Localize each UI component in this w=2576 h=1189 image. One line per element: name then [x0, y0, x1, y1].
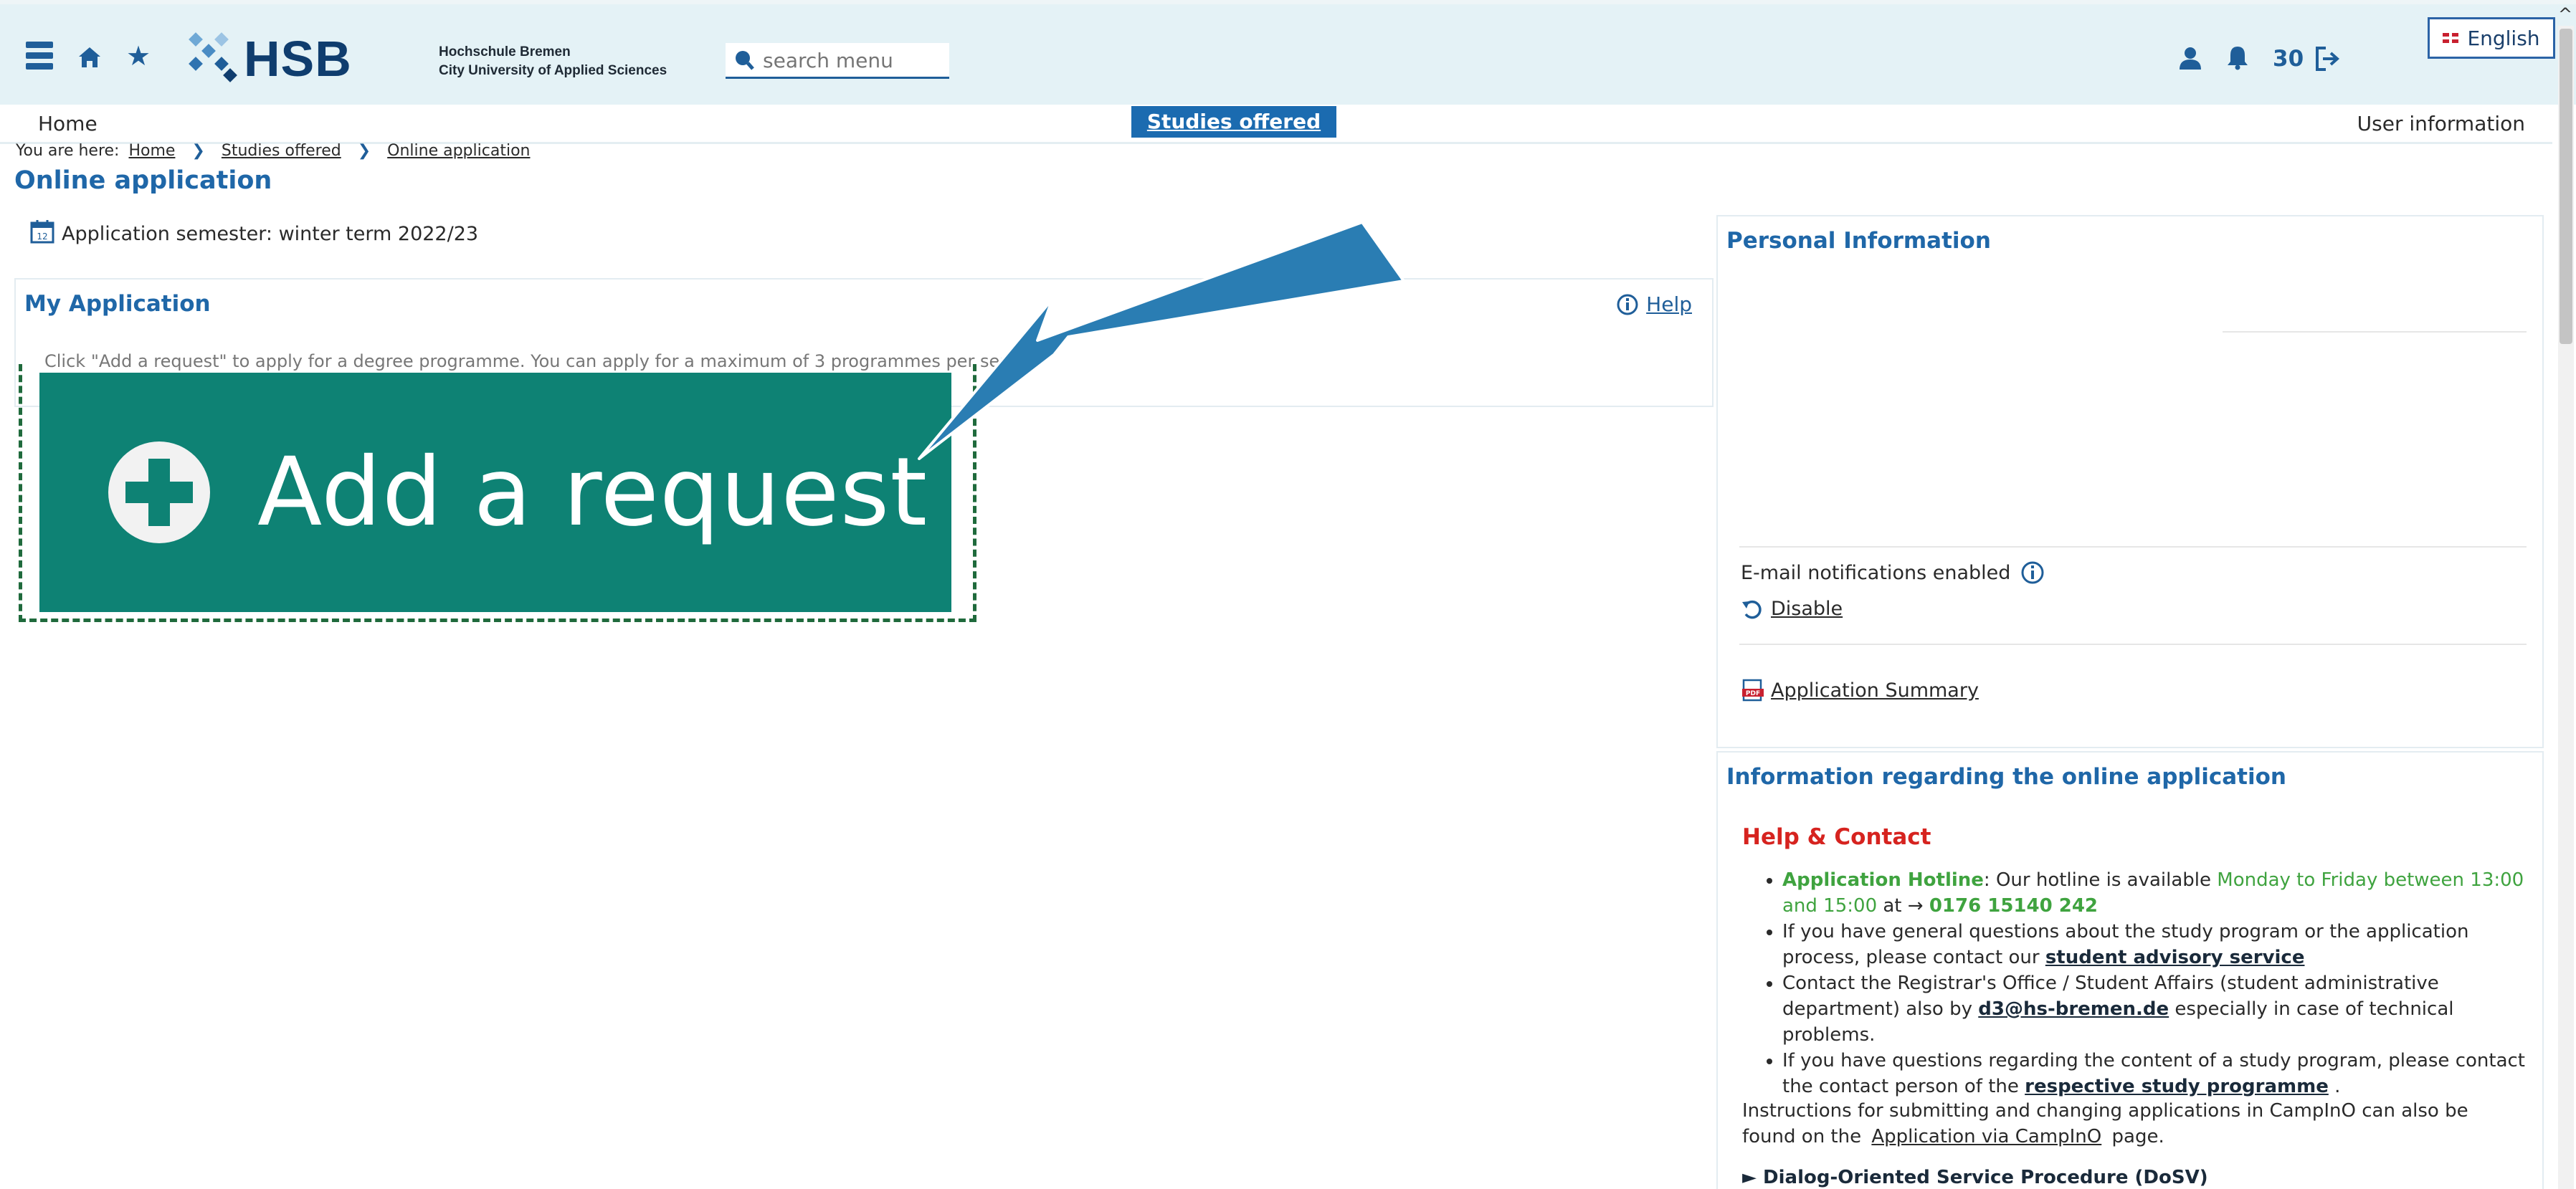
personal-information-panel: Personal Information E-mail notification…	[1716, 215, 2544, 748]
help-contact-heading: Help & Contact	[1742, 824, 1931, 850]
list-item: If you have general questions about the …	[1782, 919, 2542, 970]
add-request-label: Add a request	[257, 437, 928, 548]
instructions-tail: page.	[2111, 1126, 2164, 1147]
hsb-logo-icon[interactable]	[188, 30, 241, 90]
notification-count[interactable]: 30	[2273, 46, 2304, 72]
online-application-info-panel: Information regarding the online applica…	[1716, 751, 2544, 1189]
programme-tail: .	[2328, 1076, 2341, 1097]
campino-link[interactable]: Application via CampInO	[1871, 1126, 2101, 1147]
search-box[interactable]	[726, 43, 949, 79]
hotline-text: : Our hotline is available	[1983, 869, 2218, 891]
info-panel-title: Information regarding the online applica…	[1726, 764, 2286, 790]
application-summary-link[interactable]: PDF Application Summary	[1741, 678, 1979, 702]
language-selector[interactable]: English	[2428, 17, 2555, 59]
breadcrumb-prefix: You are here:	[16, 142, 120, 160]
nav-user-information[interactable]: User information	[2357, 112, 2525, 135]
chevron-right-icon: ❯	[191, 142, 205, 160]
hamburger-menu-icon[interactable]	[26, 42, 53, 70]
svg-text:PDF: PDF	[1746, 690, 1760, 697]
contact-list: Application Hotline: Our hotline is avai…	[1754, 867, 2542, 1099]
divider	[1739, 644, 2527, 645]
divider	[2223, 331, 2527, 333]
hotline-at: at →	[1877, 895, 1929, 917]
list-item: Contact the Registrar's Office / Student…	[1782, 970, 2542, 1048]
my-application-title: My Application	[24, 291, 211, 317]
breadcrumb-studies-offered[interactable]: Studies offered	[222, 142, 341, 160]
help-label[interactable]: Help	[1646, 292, 1692, 316]
disable-notifications-link[interactable]: Disable	[1741, 598, 1843, 620]
dosv-expander[interactable]: ► Dialog-Oriented Service Procedure (DoS…	[1742, 1167, 2208, 1188]
nav-studies-offered[interactable]: Studies offered	[1131, 106, 1336, 138]
list-item: Application Hotline: Our hotline is avai…	[1782, 867, 2542, 919]
svg-text:12: 12	[37, 231, 47, 242]
breadcrumb-home[interactable]: Home	[128, 142, 175, 160]
student-advisory-link[interactable]: student advisory service	[2045, 947, 2305, 968]
divider	[1739, 546, 2527, 548]
help-link[interactable]: Help	[1616, 292, 1692, 316]
scrollbar-thumb[interactable]	[2560, 29, 2572, 344]
user-icon[interactable]	[2178, 46, 2202, 73]
disable-label[interactable]: Disable	[1771, 598, 1843, 620]
refresh-icon	[1742, 600, 1762, 619]
chevron-right-icon: ❯	[357, 142, 371, 160]
star-icon[interactable]: ★	[126, 40, 151, 72]
home-icon[interactable]	[77, 46, 102, 72]
plus-circle-icon	[108, 441, 210, 543]
calendar-icon: 12	[30, 219, 54, 249]
add-request-button[interactable]: Add a request	[39, 373, 951, 612]
bell-icon[interactable]	[2227, 44, 2248, 73]
flag-icon	[2443, 33, 2459, 43]
study-programme-link[interactable]: respective study programme	[2025, 1076, 2329, 1097]
brand-logo-text[interactable]: HSB	[244, 30, 352, 87]
breadcrumb: You are here: Home ❯ Studies offered ❯ O…	[16, 142, 534, 160]
scroll-up-icon[interactable]: ^	[2558, 4, 2572, 24]
info-icon	[1617, 294, 1638, 315]
top-header: ★ HSB Hochschule Bremen City University …	[0, 0, 2576, 105]
breadcrumb-online-application[interactable]: Online application	[387, 142, 530, 160]
university-line-2: City University of Applied Sciences	[439, 63, 667, 78]
university-line-1: Hochschule Bremen	[439, 44, 571, 59]
instructions-text: Instructions for submitting and changing…	[1742, 1100, 2468, 1147]
university-name: Hochschule Bremen City University of App…	[439, 43, 667, 80]
personal-information-title: Personal Information	[1726, 228, 1991, 254]
semester-text: Application semester: winter term 2022/2…	[62, 223, 479, 245]
pdf-icon: PDF	[1742, 679, 1764, 702]
campino-instructions: Instructions for submitting and changing…	[1742, 1098, 2524, 1150]
search-input[interactable]	[761, 47, 944, 73]
main-navigation: Home Studies offered User information	[0, 105, 2552, 144]
email-notifications-status: E-mail notifications enabled	[1741, 560, 2045, 585]
language-label: English	[2467, 26, 2540, 50]
hotline-number[interactable]: 0176 15140 242	[1929, 895, 2098, 917]
application-summary-label[interactable]: Application Summary	[1771, 679, 1979, 702]
search-icon[interactable]	[734, 49, 754, 74]
application-semester: 12 Application semester: winter term 202…	[30, 219, 478, 249]
nav-home[interactable]: Home	[38, 112, 98, 135]
email-link[interactable]: d3@hs-bremen.de	[1978, 998, 2169, 1020]
logout-icon[interactable]	[2314, 46, 2342, 75]
email-notifications-label: E-mail notifications enabled	[1741, 561, 2011, 584]
page-title: Online application	[14, 166, 272, 195]
list-item: If you have questions regarding the cont…	[1782, 1048, 2542, 1099]
hotline-label: Application Hotline	[1782, 869, 1984, 891]
info-icon	[2021, 561, 2044, 584]
